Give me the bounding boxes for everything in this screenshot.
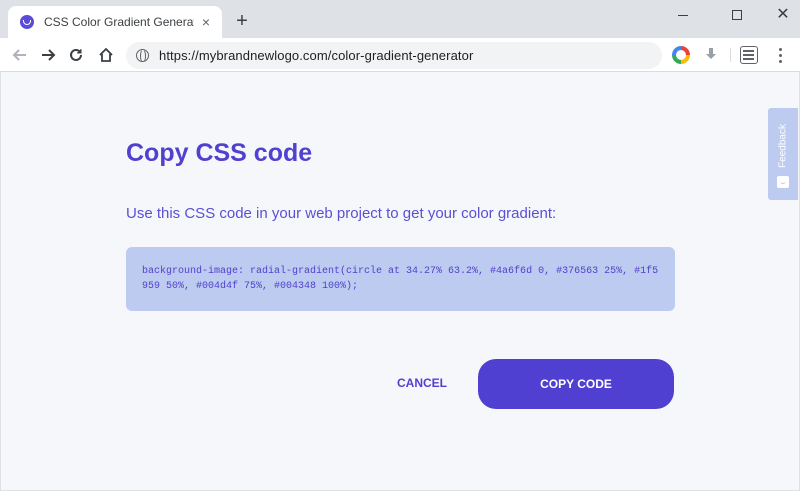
home-icon (99, 47, 113, 62)
menu-dots-icon[interactable] (772, 46, 788, 64)
download-icon[interactable] (702, 46, 720, 64)
reload-icon (70, 48, 82, 61)
news-extension-icon[interactable] (740, 46, 758, 64)
address-bar[interactable]: https://mybrandnewlogo.com/color-gradien… (126, 42, 662, 69)
feedback-icon (777, 176, 789, 188)
toolbar-divider (730, 48, 731, 62)
feedback-tab[interactable]: Feedback (768, 108, 798, 200)
copy-code-button[interactable]: COPY CODE (478, 359, 674, 409)
google-extension-icon[interactable] (672, 46, 690, 64)
css-code-text[interactable]: background-image: radial-gradient(circle… (142, 264, 659, 294)
dialog-description: Use this CSS code in your web project to… (126, 205, 557, 222)
new-tab-button[interactable]: + (232, 11, 252, 31)
minimize-icon (678, 14, 688, 16)
minimize-button[interactable] (660, 0, 706, 30)
home-button[interactable] (94, 43, 118, 67)
forward-arrow-icon (42, 49, 56, 61)
feedback-label: Feedback (777, 124, 789, 168)
close-icon: ✕ (776, 6, 790, 23)
maximize-icon (732, 10, 742, 20)
back-arrow-icon (12, 49, 26, 61)
window-titlebar: CSS Color Gradient Generator × + ✕ (0, 0, 800, 38)
forward-button[interactable] (36, 43, 60, 67)
download-arrow-icon (706, 48, 716, 59)
tab-title: CSS Color Gradient Generator (44, 15, 194, 29)
window-close-button[interactable]: ✕ (760, 0, 800, 30)
site-favicon-icon (20, 15, 34, 29)
css-code-box[interactable]: background-image: radial-gradient(circle… (126, 247, 675, 311)
browser-toolbar: https://mybrandnewlogo.com/color-gradien… (0, 38, 800, 72)
tab-close-icon[interactable]: × (198, 14, 214, 30)
cancel-button[interactable]: CANCEL (386, 371, 458, 395)
page-content: Copy CSS code Use this CSS code in your … (1, 72, 799, 490)
dialog-title: Copy CSS code (126, 139, 313, 167)
maximize-button[interactable] (714, 0, 760, 30)
globe-icon (136, 49, 149, 63)
browser-tab[interactable]: CSS Color Gradient Generator × (8, 6, 222, 38)
reload-button[interactable] (64, 43, 88, 67)
url-text: https://mybrandnewlogo.com/color-gradien… (159, 48, 474, 63)
back-button[interactable] (8, 43, 32, 67)
